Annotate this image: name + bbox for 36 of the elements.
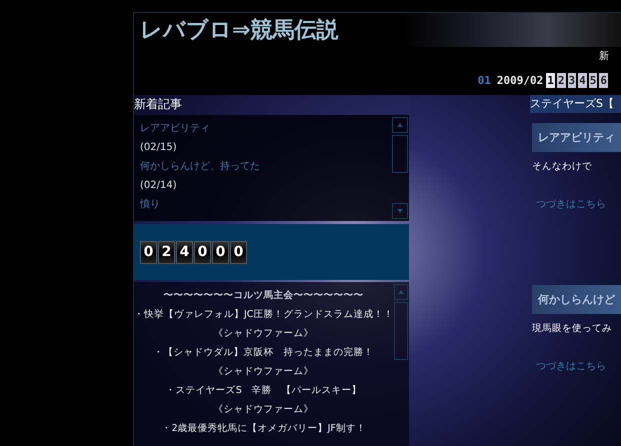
- post-title: レアアビリティ: [532, 123, 621, 152]
- read-more-link[interactable]: つづきはこちら: [530, 335, 621, 373]
- counter-digit: 2: [158, 240, 175, 264]
- read-more-link[interactable]: つづきはこちら: [530, 173, 621, 211]
- post-link[interactable]: 憤り: [140, 195, 160, 214]
- post-excerpt: 現馬眼を使ってみ: [531, 322, 613, 335]
- calendar-day[interactable]: 5: [588, 72, 598, 88]
- counter-digit: 4: [176, 240, 193, 264]
- counter-digit: 0: [140, 240, 157, 264]
- site-title[interactable]: レバブロ⇒競馬伝説: [140, 15, 338, 45]
- counter-digit: 0: [194, 240, 211, 264]
- post-date: (02/14): [140, 179, 177, 193]
- calendar-day[interactable]: 4: [578, 72, 587, 88]
- club-news-line: ・快挙【ヴァレフォル】JC圧勝！グランドスラム達成！！: [134, 308, 394, 322]
- prev-month-link[interactable]: 01: [478, 74, 491, 86]
- club-news-line: 《シャドウファーム》: [214, 403, 314, 417]
- club-news-line: ・【シャドウダル】京阪杯 持ったままの完勝！: [154, 346, 374, 360]
- post-link[interactable]: 何かしらんけど、持ってた: [140, 157, 260, 176]
- post-date: (02/15): [140, 141, 177, 155]
- counter-digit: 0: [230, 240, 247, 264]
- post-title: 何かしらんけど: [532, 285, 621, 314]
- calendar-day[interactable]: 6: [599, 72, 608, 88]
- calendar-day[interactable]: 3: [568, 72, 576, 88]
- nav-text: 新: [599, 50, 609, 63]
- club-news-line: 《シャドウファーム》: [214, 327, 314, 341]
- post-link[interactable]: レアアビリティ: [140, 119, 210, 138]
- calendar-month: 2009/02: [496, 74, 544, 86]
- post-excerpt: そんなわけで: [531, 160, 593, 173]
- club-heading: 〜〜〜〜〜〜〜コルツ馬主会〜〜〜〜〜〜〜: [164, 288, 364, 303]
- club-news-line: ・ステイヤーズS 辛勝 【パールスキー】: [166, 384, 362, 398]
- club-news-line: ・2歳最優秀牝馬に【オメガバリー】JF制す！: [162, 422, 366, 436]
- news-ticker: ステイヤーズS【: [530, 95, 621, 113]
- calendar-day[interactable]: 1: [546, 72, 555, 88]
- counter-digit: 0: [212, 240, 229, 264]
- club-news-line: 《シャドウファーム》: [214, 365, 314, 379]
- calendar-day[interactable]: 2: [556, 72, 566, 88]
